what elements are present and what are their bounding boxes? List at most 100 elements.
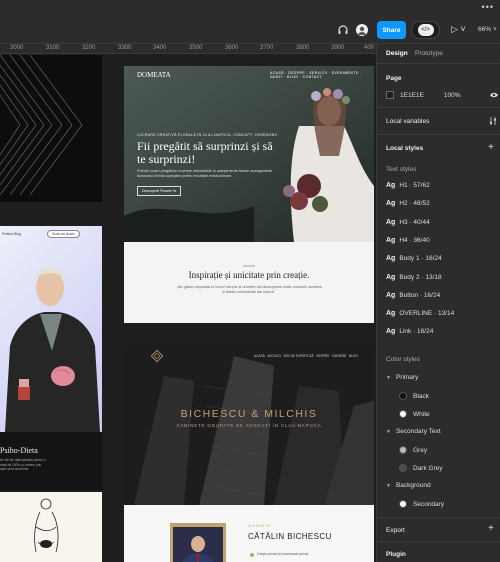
page-opacity-value[interactable]: 100% [444, 92, 461, 99]
text-style-row[interactable]: Ag Button · 16/24 [386, 292, 440, 299]
ruler-label: 3100 [46, 45, 60, 51]
text-style-label: Link · 16/24 [399, 328, 434, 335]
color-style-row[interactable]: Dark Grey [399, 464, 443, 472]
plugin-label[interactable]: Plugin [386, 551, 406, 558]
florist-logo[interactable]: DOMEATA [137, 71, 171, 79]
lawyer-portrait [173, 527, 223, 562]
eye-icon[interactable] [490, 92, 498, 98]
law-firm-nav[interactable]: ACASĂ AVOCAȚI ARII DE EXPERTIZĂ DESPRE C… [254, 354, 358, 358]
color-swatch [399, 446, 407, 454]
share-button[interactable]: Share [377, 21, 406, 39]
code-icon: </> [417, 24, 434, 36]
color-swatch [399, 500, 407, 508]
color-style-row[interactable]: Secondary [399, 500, 444, 508]
color-group-secondary-text[interactable]: ▼ Secondary Text [386, 428, 441, 435]
frame-dark-chevron[interactable] [0, 55, 102, 202]
florist-eyebrow: DESPRE [242, 264, 256, 268]
collapse-triangle-icon[interactable]: ▼ [386, 483, 391, 489]
law-firm-title: BICHESCU & MILCHIS [180, 408, 318, 420]
text-style-label: Button · 16/24 [399, 292, 441, 299]
frame-florist-site[interactable]: DOMEATA ACASĂ · DESPRE · SERVICII · EVEN… [124, 66, 374, 323]
collapse-triangle-icon[interactable]: ▼ [386, 429, 391, 435]
text-style-row[interactable]: Ag Link · 16/24 [386, 328, 433, 335]
frame-psiho-dark[interactable]: Psiho-Dieta Un stil de viață sănătos pen… [0, 432, 102, 490]
color-style-row[interactable]: Grey [399, 446, 427, 454]
horizontal-ruler: 3000 3100 3200 3300 3400 3500 3600 3700 … [0, 44, 376, 54]
figma-window: ••• Share </> ▷ ˅ 66% ˅ 3000 3100 3200 3… [0, 0, 500, 562]
text-style-row[interactable]: Ag H1 · 57/62 [386, 182, 430, 189]
frame-psiho-dieta[interactable]: Pratica Blog Scrie-ne acum [0, 226, 102, 432]
line-drawing-figure [34, 498, 59, 553]
collapse-triangle-icon[interactable]: ▼ [386, 375, 391, 381]
color-style-label: Black [413, 392, 429, 400]
text-style-label: OVERLINE · 13/14 [399, 310, 455, 317]
color-group-background[interactable]: ▼ Background [386, 482, 431, 489]
page-section-title: Page [386, 75, 402, 82]
text-style-label: H2 · 48/52 [399, 200, 430, 207]
portrait-woman-brain [5, 267, 100, 432]
export-section[interactable]: Export + [377, 518, 500, 542]
add-style-icon[interactable]: + [488, 142, 494, 153]
frame-sketch[interactable] [0, 492, 102, 562]
frame-law-firm[interactable]: ACASĂ AVOCAȚI ARII DE EXPERTIZĂ DESPRE C… [124, 346, 374, 505]
chevron-pattern-graphic [0, 55, 83, 196]
text-style-ag: Ag [386, 292, 396, 299]
page-color-value[interactable]: 1E1E1E [400, 92, 424, 99]
color-style-row[interactable]: White [399, 410, 430, 418]
avatar[interactable] [356, 24, 368, 36]
text-style-row[interactable]: Ag Body 1 · 16/24 [386, 255, 442, 262]
dev-mode-toggle[interactable]: </> [411, 21, 440, 39]
text-style-ag: Ag [386, 182, 396, 189]
lawyer-eyebrow: ALE NOȘTRI [248, 524, 271, 528]
design-canvas[interactable]: DOMEATA ACASĂ · DESPRE · SERVICII · EVEN… [0, 55, 376, 562]
color-style-label: Dark Grey [413, 464, 443, 472]
local-styles-section: Local styles + Text styles Ag H1 · 57/62 … [377, 135, 500, 518]
present-play-icon[interactable]: ▷ ˅ [451, 24, 466, 35]
florist-hero-body: Florișrii noștri pregătesc buchete minim… [137, 169, 273, 178]
text-style-row[interactable]: Ag H3 · 40/44 [386, 219, 430, 226]
variables-adjust-icon[interactable] [489, 117, 497, 125]
text-style-row[interactable]: Ag H2 · 48/52 [386, 200, 430, 207]
color-style-row[interactable]: Black [399, 392, 429, 400]
color-style-label: Grey [413, 446, 428, 454]
page-color-row[interactable]: 1E1E1E 100% [386, 91, 498, 99]
page-color-swatch[interactable] [386, 91, 394, 99]
color-swatch [399, 392, 407, 400]
florist-overline: LUCRARE CREATIVĂ FLORALĂ ÎN CLUJ-NAPOCA.… [137, 133, 278, 137]
headphones-icon[interactable] [337, 24, 349, 36]
text-style-row[interactable]: Ag H4 · 36/40 [386, 237, 430, 244]
zoom-value: 66% [478, 26, 492, 33]
local-styles-title: Local styles [386, 145, 424, 152]
plugin-section[interactable]: Plugin [377, 542, 500, 562]
text-style-ag: Ag [386, 237, 396, 244]
tab-prototype[interactable]: Prototype [415, 50, 443, 57]
text-style-row[interactable]: Ag OVERLINE · 13/14 [386, 310, 454, 317]
text-style-row[interactable]: Ag Body 2 · 13/18 [386, 274, 442, 281]
florist-nav[interactable]: ACASĂ · DESPRE · SERVICII · EVENIMENTE ·… [270, 71, 374, 79]
text-style-ag: Ag [386, 219, 396, 226]
color-swatch [399, 410, 407, 418]
ruler-label: 3600 [225, 45, 239, 51]
ruler-label: 3000 [10, 45, 24, 51]
lawyer-name: CĂTĂLIN BICHESCU [248, 532, 332, 541]
text-style-ag: Ag [386, 200, 396, 207]
local-variables-label[interactable]: Local variables [386, 118, 429, 125]
export-label[interactable]: Export [386, 527, 405, 534]
text-style-ag: Ag [386, 328, 396, 335]
local-variables-section[interactable]: Local variables [377, 108, 500, 135]
add-export-icon[interactable]: + [488, 523, 494, 534]
florist-cta-button[interactable]: Descoperă Florarie Ta [137, 186, 182, 196]
law-firm-logo-icon[interactable] [151, 350, 163, 362]
text-style-label: H4 · 36/40 [399, 237, 430, 244]
text-style-ag: Ag [386, 255, 396, 262]
color-swatch [399, 464, 407, 472]
ruler-label: 3300 [118, 45, 132, 51]
more-menu-icon[interactable]: ••• [482, 2, 494, 12]
tab-design[interactable]: Design [386, 50, 408, 57]
color-group-primary[interactable]: ▼ Primary [386, 374, 418, 381]
zoom-level[interactable]: 66% ˅ [478, 26, 497, 33]
page-section: Page 1E1E1E 100% [377, 64, 500, 108]
frame-lawyer-profile[interactable]: ALE NOȘTRI CĂTĂLIN BICHESCU Drept penal … [124, 505, 374, 562]
design-panel: Design Prototype Page 1E1E1E 100% Local … [376, 44, 500, 562]
text-style-ag: Ag [386, 274, 396, 281]
